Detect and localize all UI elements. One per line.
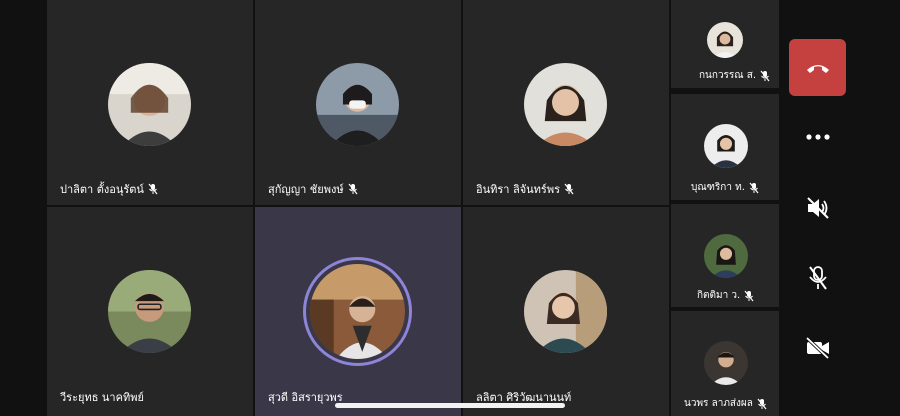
end-call-button[interactable]	[789, 39, 846, 96]
participant-name: กิตติมา ว.	[697, 288, 754, 303]
speaker-muted-icon	[806, 197, 829, 219]
hang-up-icon	[806, 64, 829, 73]
participant-name-label: สุกัญญา ชัยพงษ์	[268, 183, 344, 196]
participant-name: ปาลิตา ตั้งอนุรัตน์	[60, 180, 158, 198]
mic-off-icon	[744, 290, 754, 301]
avatar	[704, 341, 748, 385]
participant-name: นวพร ลาภส่งผล	[684, 396, 767, 411]
avatar	[524, 63, 607, 146]
avatar	[108, 63, 191, 146]
mic-off-icon	[348, 183, 358, 195]
participant-name: บุณฑริกา ท.	[691, 180, 759, 195]
participant-name-label: สุวดี อิสรายุวพร	[268, 391, 343, 404]
mic-muted-icon	[808, 266, 827, 290]
avatar	[316, 63, 399, 146]
participant-tile[interactable]: อินทิรา ลิจันทร์พร	[463, 0, 669, 205]
microphone-toggle-button[interactable]	[789, 256, 846, 300]
avatar	[524, 270, 607, 353]
side-participant-tile[interactable]: นวพร ลาภส่งผล	[671, 311, 779, 416]
side-participant-tile[interactable]: กิตติมา ว.	[671, 204, 779, 307]
participant-tile[interactable]: ปาลิตา ตั้งอนุรัตน์	[47, 0, 253, 205]
home-indicator[interactable]	[335, 403, 565, 408]
participant-name-label: ปาลิตา ตั้งอนุรัตน์	[60, 183, 144, 196]
more-options-button[interactable]	[789, 115, 846, 159]
mic-off-icon	[760, 70, 770, 81]
avatar	[310, 264, 405, 359]
participant-tile-speaking[interactable]: สุวดี อิสรายุวพร	[255, 207, 461, 416]
avatar	[704, 124, 748, 168]
mic-off-icon	[757, 398, 767, 409]
participant-tile[interactable]: วีระยุทธ นาคทิพย์	[47, 207, 253, 416]
side-participant-tile[interactable]: กนกวรรณ ส.	[671, 0, 779, 88]
participant-tile[interactable]: ลลิตา ศิริวัฒนานนท์	[463, 207, 669, 416]
side-participant-tile[interactable]: บุณฑริกา ท.	[671, 94, 779, 200]
mic-off-icon	[148, 183, 158, 195]
participant-name-label: กนกวรรณ ส.	[699, 70, 757, 81]
participant-name-label: วีระยุทธ นาคทิพย์	[60, 391, 144, 404]
speaker-toggle-button[interactable]	[789, 186, 846, 230]
participant-name-label: กิตติมา ว.	[697, 290, 741, 301]
participant-tile[interactable]: สุกัญญา ชัยพงษ์	[255, 0, 461, 205]
camera-off-icon	[805, 336, 829, 360]
avatar	[108, 270, 191, 353]
participant-name: สุวดี อิสรายุวพร	[268, 388, 343, 406]
avatar	[707, 22, 743, 58]
participant-name-label: อินทิรา ลิจันทร์พร	[476, 183, 560, 196]
participant-name: อินทิรา ลิจันทร์พร	[476, 180, 574, 198]
mic-off-icon	[749, 182, 759, 193]
participant-name: กนกวรรณ ส.	[699, 68, 770, 83]
participant-name: สุกัญญา ชัยพงษ์	[268, 180, 358, 198]
participant-name: วีระยุทธ นาคทิพย์	[60, 388, 144, 406]
mic-off-icon	[564, 183, 574, 195]
participant-name-label: บุณฑริกา ท.	[691, 182, 745, 193]
participant-name-label: นวพร ลาภส่งผล	[684, 398, 753, 409]
more-icon	[805, 134, 830, 140]
avatar	[704, 234, 748, 278]
camera-toggle-button[interactable]	[789, 326, 846, 370]
